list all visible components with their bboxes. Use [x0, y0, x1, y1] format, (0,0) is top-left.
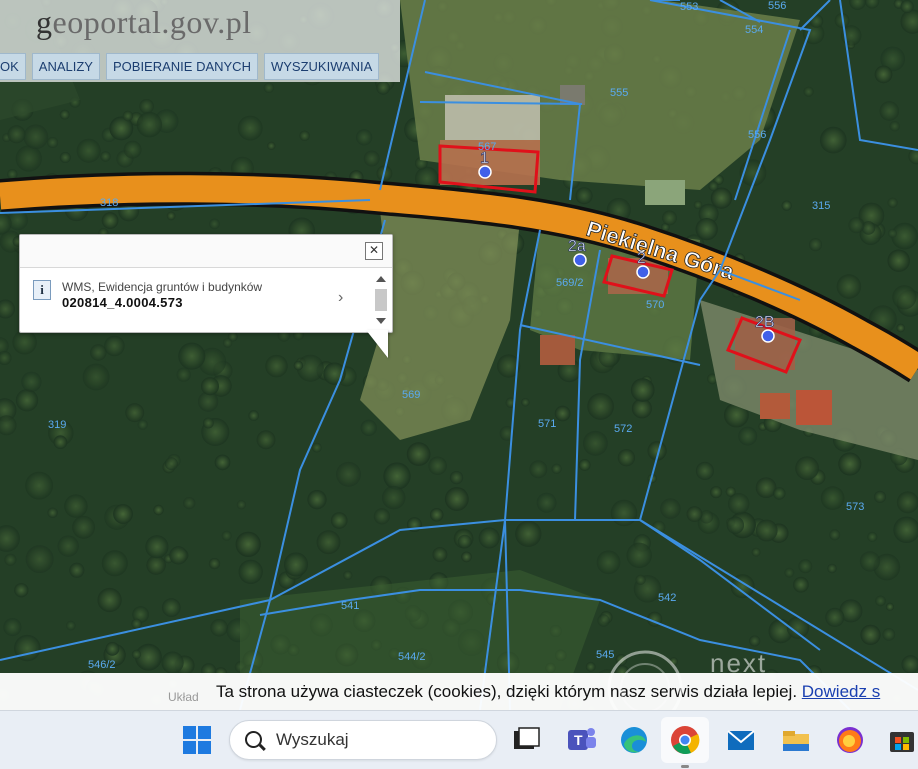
svg-text:570: 570 — [646, 299, 664, 311]
svg-text:569: 569 — [402, 389, 420, 401]
svg-text:573: 573 — [846, 501, 864, 513]
cookie-text-wrap: Ta strona używa ciasteczek (cookies), dz… — [216, 682, 880, 702]
cookie-more-link[interactable]: Dowiedz s — [802, 682, 880, 701]
cookie-banner: Ta strona używa ciasteczek (cookies), dz… — [0, 673, 918, 710]
geoportal-logo[interactable]: geoportal.gov.pl — [36, 4, 252, 41]
svg-text:554: 554 — [745, 24, 763, 36]
task-view-icon[interactable] — [510, 724, 542, 756]
svg-text:2a: 2a — [568, 238, 586, 255]
popup-scrollbar[interactable] — [374, 273, 388, 325]
svg-text:315: 315 — [812, 200, 830, 212]
teams-icon[interactable]: T — [566, 724, 598, 756]
menu-item-analizy[interactable]: ANALIZY — [32, 53, 100, 80]
menu-item-ok[interactable]: OK — [0, 53, 26, 80]
mail-icon[interactable] — [725, 724, 757, 756]
svg-text:542: 542 — [658, 592, 676, 604]
scroll-up-icon[interactable] — [376, 276, 386, 282]
menu-item-pobieranie-danych[interactable]: POBIERANIE DANYCH — [106, 53, 258, 80]
svg-text:T: T — [574, 732, 583, 748]
popup-source-label: WMS, Ewidencja gruntów i budynków — [62, 280, 262, 294]
parcel-id: 020814_4.0004.573 — [62, 295, 183, 310]
aerial-map[interactable]: Piekielna Góra — [0, 0, 918, 710]
scroll-thumb[interactable] — [375, 289, 387, 311]
site-header: geoportal.gov.pl OK ANALIZY POBIERANIE D… — [0, 0, 400, 82]
svg-text:572: 572 — [614, 423, 632, 435]
svg-text:556: 556 — [748, 129, 766, 141]
cookie-message: Ta strona używa ciasteczek (cookies), dz… — [216, 682, 797, 701]
svg-text:553: 553 — [680, 1, 698, 13]
svg-text:556: 556 — [768, 0, 786, 12]
search-icon — [245, 731, 262, 748]
store-icon[interactable] — [886, 724, 918, 756]
svg-text:545: 545 — [596, 649, 614, 661]
scroll-down-icon[interactable] — [376, 318, 386, 324]
file-explorer-icon[interactable] — [780, 724, 812, 756]
svg-text:319: 319 — [48, 419, 66, 431]
map-view[interactable]: Piekielna Góra — [0, 0, 918, 710]
svg-text:555: 555 — [610, 87, 628, 99]
start-icon[interactable] — [183, 726, 211, 754]
svg-text:2B: 2B — [755, 314, 775, 331]
coordinate-system-label: Układ — [168, 690, 199, 704]
info-icon: i — [33, 280, 51, 300]
svg-text:567: 567 — [478, 141, 496, 153]
svg-text:2: 2 — [637, 250, 646, 267]
svg-text:546/2: 546/2 — [88, 659, 116, 671]
svg-text:571: 571 — [538, 418, 556, 430]
menu-item-wyszukiwania[interactable]: WYSZUKIWANIA — [264, 53, 379, 80]
taskbar-search[interactable]: Wyszukaj — [229, 720, 497, 760]
svg-text:569/2: 569/2 — [556, 277, 584, 289]
search-placeholder: Wyszukaj — [276, 730, 349, 750]
close-icon[interactable]: ✕ — [365, 242, 383, 260]
svg-text:541: 541 — [341, 600, 359, 612]
windows-taskbar: Wyszukaj T — [0, 710, 918, 769]
chevron-right-icon[interactable]: › — [338, 289, 343, 307]
chrome-icon[interactable] — [669, 724, 701, 756]
popup-tail — [366, 330, 388, 358]
firefox-icon[interactable] — [834, 724, 866, 756]
feature-info-popup: ✕ i WMS, Ewidencja gruntów i budynków 02… — [19, 234, 393, 333]
svg-text:544/2: 544/2 — [398, 651, 426, 663]
svg-text:318: 318 — [100, 197, 118, 209]
popup-header: ✕ — [20, 235, 392, 268]
edge-icon[interactable] — [618, 724, 650, 756]
main-menu: OK ANALIZY POBIERANIE DANYCH WYSZUKIWANI… — [0, 53, 379, 80]
